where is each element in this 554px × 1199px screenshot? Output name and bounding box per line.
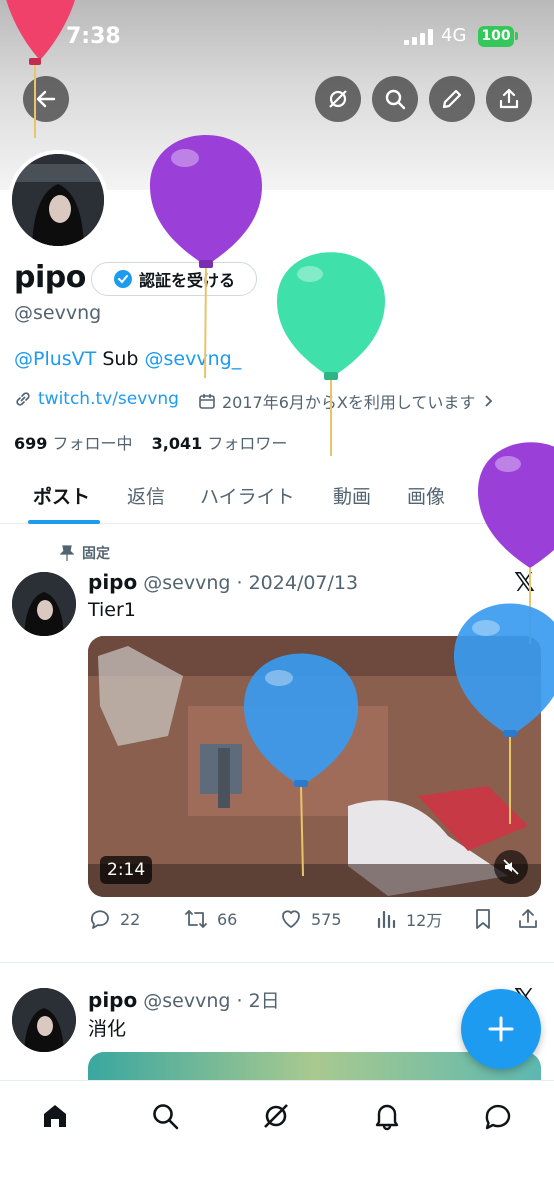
repost-button[interactable]: 66: [183, 907, 237, 931]
following-label: フォロー中: [52, 434, 133, 453]
bottom-tab-bar: [0, 1080, 554, 1199]
nav-grok[interactable]: [259, 1099, 293, 1133]
plus-icon: [488, 1016, 514, 1042]
following-count: 699: [14, 434, 48, 453]
balloon-blue: [244, 653, 358, 877]
balloon-red: [6, 0, 75, 138]
balloon-blue: [454, 603, 554, 824]
pinned-indicator: 固定: [60, 543, 110, 563]
post-author-handle[interactable]: @sevvng: [143, 572, 230, 594]
followers-link[interactable]: 3,041 フォロワー: [152, 434, 288, 453]
video-duration: 2:14: [100, 856, 153, 884]
messages-icon: [485, 1104, 511, 1130]
nav-search[interactable]: [148, 1099, 182, 1133]
grok-button[interactable]: [315, 76, 361, 122]
repost-count: 66: [217, 909, 238, 929]
bio-mention-link[interactable]: @PlusVT: [14, 348, 96, 370]
avatar-image: [12, 988, 76, 1052]
post-author-handle[interactable]: @sevvng: [143, 990, 230, 1012]
bio-text: Sub: [96, 348, 145, 370]
avatar-image: [12, 154, 104, 246]
verified-badge-icon: [113, 270, 132, 288]
tab-videos[interactable]: 動画: [333, 482, 371, 509]
search-icon: [153, 1104, 179, 1130]
tab-replies[interactable]: 返信: [127, 482, 165, 509]
tab-posts[interactable]: ポスト: [33, 482, 90, 509]
tab-highlights[interactable]: ハイライト: [200, 482, 295, 509]
nav-notifications[interactable]: [370, 1099, 404, 1133]
post-text: Tier1: [88, 599, 136, 621]
profile-tabs: ポスト 返信 ハイライト 動画 画像 記事: [0, 468, 554, 524]
mute-button[interactable]: [494, 850, 528, 884]
edit-button[interactable]: [429, 76, 475, 122]
tab-images[interactable]: 画像: [407, 482, 445, 509]
reply-count: 22: [120, 909, 141, 929]
mute-icon: [503, 859, 519, 875]
nav-home[interactable]: [38, 1099, 72, 1133]
bookmark-button[interactable]: [472, 907, 494, 931]
profile-handle: @sevvng: [14, 302, 102, 324]
post-author-name[interactable]: pipo: [88, 988, 137, 1012]
followers-count: 3,041: [151, 434, 203, 453]
search-icon: [385, 89, 406, 110]
post-header: pipo @sevvng · 2024/07/13: [88, 570, 359, 594]
profile-avatar[interactable]: [8, 150, 108, 250]
post-text: 消化: [88, 1018, 127, 1040]
grok-icon: [329, 90, 347, 108]
like-icon: [282, 910, 300, 929]
post-avatar[interactable]: [12, 572, 76, 636]
share-icon: [499, 88, 519, 109]
following-link[interactable]: 699 フォロー中: [14, 434, 133, 453]
views-icon: [377, 910, 396, 929]
post-date[interactable]: 2024/07/13: [249, 572, 359, 594]
profile-link-text[interactable]: twitch.tv/sevvng: [38, 389, 179, 409]
post-avatar[interactable]: [12, 988, 76, 1052]
balloon-purple: [150, 135, 262, 379]
post-divider: [0, 962, 554, 963]
bookmark-icon: [476, 909, 490, 929]
edit-icon: [442, 89, 462, 109]
profile-link[interactable]: twitch.tv/sevvng: [14, 389, 179, 409]
compose-post-button[interactable]: [461, 989, 541, 1069]
like-count: 575: [311, 909, 342, 929]
link-icon: [16, 392, 30, 406]
battery-indicator: 100: [478, 26, 514, 47]
reply-button[interactable]: 22: [88, 907, 140, 931]
balloon-green: [277, 252, 385, 456]
share-button[interactable]: [486, 76, 532, 122]
views-count: 12万: [406, 911, 443, 930]
views-button[interactable]: 12万: [376, 907, 442, 931]
pin-icon: [60, 545, 74, 561]
notifications-icon: [375, 1104, 399, 1131]
battery-tip: [515, 32, 518, 40]
search-button[interactable]: [372, 76, 418, 122]
post-date[interactable]: 2日: [249, 990, 280, 1012]
like-button[interactable]: 575: [279, 907, 342, 931]
post-author-name[interactable]: pipo: [88, 570, 137, 594]
pinned-label: 固定: [82, 546, 110, 562]
chevron-right-icon: [485, 395, 493, 407]
nav-messages[interactable]: [481, 1099, 515, 1133]
repost-icon: [185, 910, 207, 928]
active-tab-indicator: [28, 520, 100, 524]
grok-icon: [264, 1104, 288, 1128]
home-icon: [44, 1105, 66, 1127]
share-post-button[interactable]: [516, 907, 540, 931]
network-label: 4G: [441, 25, 467, 46]
follow-stats: 699 フォロー中 3,041 フォロワー: [14, 430, 287, 454]
signal-icon: [404, 29, 433, 45]
calendar-icon: [199, 394, 215, 409]
reply-icon: [91, 910, 109, 929]
profile-name: pipo: [14, 260, 86, 295]
share-icon: [519, 909, 537, 928]
post-header: pipo @sevvng · 2日: [88, 988, 280, 1012]
avatar-image: [12, 572, 76, 636]
